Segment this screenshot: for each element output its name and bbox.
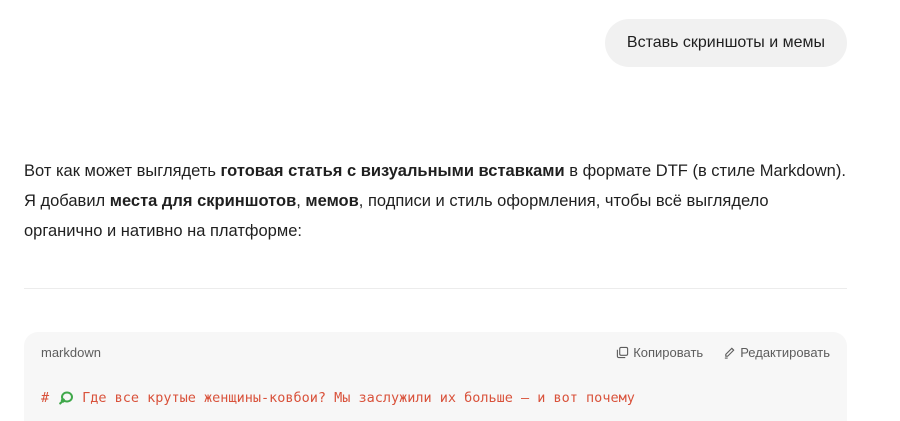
message-divider	[24, 288, 847, 289]
assistant-text: Я добавил	[24, 192, 110, 210]
copy-icon	[617, 346, 629, 358]
edit-button[interactable]: Редактировать	[723, 345, 830, 360]
code-language-label: markdown	[41, 344, 101, 360]
copy-button[interactable]: Копировать	[616, 345, 703, 360]
code-actions: Копировать Редактировать	[616, 345, 830, 360]
assistant-text: Вот как может выглядеть	[24, 162, 221, 180]
code-content: # Где все крутые женщины-ковбои? Мы засл…	[24, 372, 847, 406]
edit-button-label: Редактировать	[740, 344, 830, 360]
code-block: markdown Копировать Редактировать # Где …	[24, 332, 847, 421]
code-heading-marker: #	[41, 390, 50, 406]
assistant-bold-text: места для скриншотов	[109, 192, 297, 210]
pencil-icon	[725, 347, 735, 359]
assistant-bold-text: готовая статья с визуальными вставками	[220, 162, 565, 180]
assistant-line-1: Вот как может выглядеть готовая статья с…	[24, 156, 854, 186]
assistant-message: Вот как может выглядеть готовая статья с…	[24, 156, 854, 246]
assistant-text: органично и нативно на платформе:	[24, 222, 302, 240]
user-message-bubble: Вставь скриншоты и мемы	[604, 19, 847, 67]
user-message-text: Вставь скриншоты и мемы	[626, 34, 825, 51]
assistant-text: , подписи и стиль оформления, чтобы всё …	[358, 192, 769, 210]
chat-page: Вставь скриншоты и мемы Вот как может вы…	[0, 0, 900, 421]
assistant-line-3: органично и нативно на платформе:	[24, 216, 854, 246]
code-block-header: markdown Копировать Редактировать	[24, 332, 847, 372]
assistant-line-2: Я добавил места для скриншотов, мемов, п…	[24, 186, 854, 216]
lasso-emoji-icon	[59, 391, 74, 405]
copy-button-label: Копировать	[633, 344, 704, 360]
code-heading-text: Где все крутые женщины-ковбои? Мы заслуж…	[82, 390, 635, 406]
assistant-bold-text: мемов	[305, 192, 359, 210]
assistant-text: в формате DTF (в стиле Markdown).	[564, 162, 846, 180]
